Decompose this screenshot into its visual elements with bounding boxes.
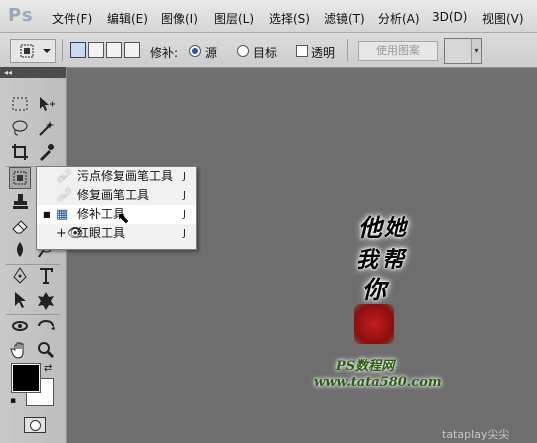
- red-seal-stamp: [354, 304, 394, 344]
- shortcut-key: J: [183, 190, 186, 201]
- spot-healing-brush-icon: 🩹: [56, 169, 73, 184]
- swap-colors-icon[interactable]: ⇄: [44, 363, 52, 374]
- flyout-item-healing-brush[interactable]: 🩹 修复画笔工具 J: [37, 186, 196, 205]
- move-tool-icon[interactable]: [35, 93, 57, 115]
- crop-icon[interactable]: [9, 141, 31, 163]
- pattern-picker[interactable]: ▾: [444, 38, 482, 64]
- lasso-icon[interactable]: [9, 117, 31, 139]
- pen-icon[interactable]: [9, 265, 31, 287]
- menu-analysis[interactable]: 分析(A): [378, 10, 420, 27]
- menu-3d[interactable]: 3D(D): [432, 10, 467, 24]
- watermark-url: www.tata580.com: [314, 375, 442, 390]
- source-radio[interactable]: [189, 45, 201, 57]
- eraser-icon[interactable]: [9, 215, 31, 237]
- menu-edit[interactable]: 编辑(E): [107, 10, 148, 27]
- watermark-site-name: PS数程网: [336, 359, 395, 374]
- menu-layer[interactable]: 图层(L): [214, 10, 254, 27]
- 3d-rotate-icon[interactable]: [9, 315, 31, 337]
- 3d-orbit-icon[interactable]: [35, 315, 57, 337]
- photoshop-logo: Ps: [8, 5, 34, 26]
- foreground-color-swatch[interactable]: [11, 363, 41, 393]
- separator: [347, 39, 348, 61]
- menu-bar: Ps 文件(F) 编辑(E) 图像(I) 图层(L) 选择(S) 滤镜(T) 分…: [0, 0, 537, 33]
- shortcut-key: J: [183, 228, 186, 239]
- transparent-label: 透明: [311, 46, 336, 60]
- source-label: 源: [205, 46, 218, 60]
- intersect-selection-mode-button[interactable]: [124, 42, 140, 58]
- signature-char: 她: [384, 215, 407, 241]
- flyout-item-label: 污点修复画笔工具: [77, 169, 174, 183]
- menu-file[interactable]: 文件(F): [52, 10, 92, 27]
- options-bar: 修补: 源 目标 透明 使用图案 ▾: [0, 33, 537, 68]
- signature-char: 他: [358, 213, 382, 242]
- selected-bullet-icon: ■: [43, 210, 51, 219]
- shortcut-key: J: [183, 209, 186, 220]
- shortcut-key: J: [183, 171, 186, 182]
- menu-image[interactable]: 图像(I): [161, 10, 198, 27]
- menu-filter[interactable]: 滤镜(T): [324, 10, 365, 27]
- hand-icon[interactable]: [9, 339, 31, 361]
- use-pattern-button[interactable]: 使用图案: [358, 41, 438, 61]
- toolbox-panel: ◂◂ ⇄ ▪: [0, 67, 67, 443]
- eyedropper-icon[interactable]: [35, 141, 57, 163]
- tool-preset-picker[interactable]: [10, 39, 56, 63]
- signature-char: 你: [362, 275, 386, 304]
- subtract-from-selection-mode-button[interactable]: [106, 42, 122, 58]
- healing-brush-icon: 🩹: [56, 188, 73, 203]
- menu-select[interactable]: 选择(S): [269, 10, 310, 27]
- corner-watermark: tataplay尖尖: [442, 428, 510, 441]
- healing-tools-flyout: 🩹 污点修复画笔工具 J 🩹 修复画笔工具 J ■ ▦ 修补工具 J +👁 红眼…: [36, 166, 197, 250]
- flyout-item-label: 修复画笔工具: [77, 188, 150, 202]
- new-selection-mode-button[interactable]: [70, 42, 86, 58]
- destination-label: 目标: [253, 46, 278, 60]
- zoom-icon[interactable]: [35, 339, 57, 361]
- chevron-down-icon: ▾: [471, 39, 481, 63]
- destination-radio[interactable]: [237, 45, 249, 57]
- blur-icon[interactable]: [9, 239, 31, 261]
- patch-tool-icon[interactable]: [9, 167, 31, 189]
- patch-icon: [20, 44, 51, 58]
- toolbox-collapse-button[interactable]: ◂◂: [0, 67, 66, 78]
- quick-mask-button[interactable]: [24, 417, 46, 433]
- patch-label: 修补:: [150, 46, 179, 60]
- transparent-checkbox[interactable]: [296, 45, 308, 57]
- magic-wand-icon[interactable]: [35, 117, 57, 139]
- clone-stamp-icon[interactable]: [9, 191, 31, 213]
- flyout-item-spot-healing-brush[interactable]: 🩹 污点修复画笔工具 J: [37, 167, 196, 186]
- custom-shape-icon[interactable]: [35, 289, 57, 311]
- separator: [62, 39, 63, 61]
- rectangular-marquee-icon[interactable]: [9, 93, 31, 115]
- type-icon[interactable]: [35, 265, 57, 287]
- default-colors-icon[interactable]: ▪: [10, 396, 16, 406]
- menu-view[interactable]: 视图(V): [482, 10, 524, 27]
- patch-icon: ▦: [56, 207, 69, 222]
- mouse-cursor-icon: ⬉: [117, 209, 130, 227]
- path-selection-icon[interactable]: [9, 289, 31, 311]
- add-to-selection-mode-button[interactable]: [88, 42, 104, 58]
